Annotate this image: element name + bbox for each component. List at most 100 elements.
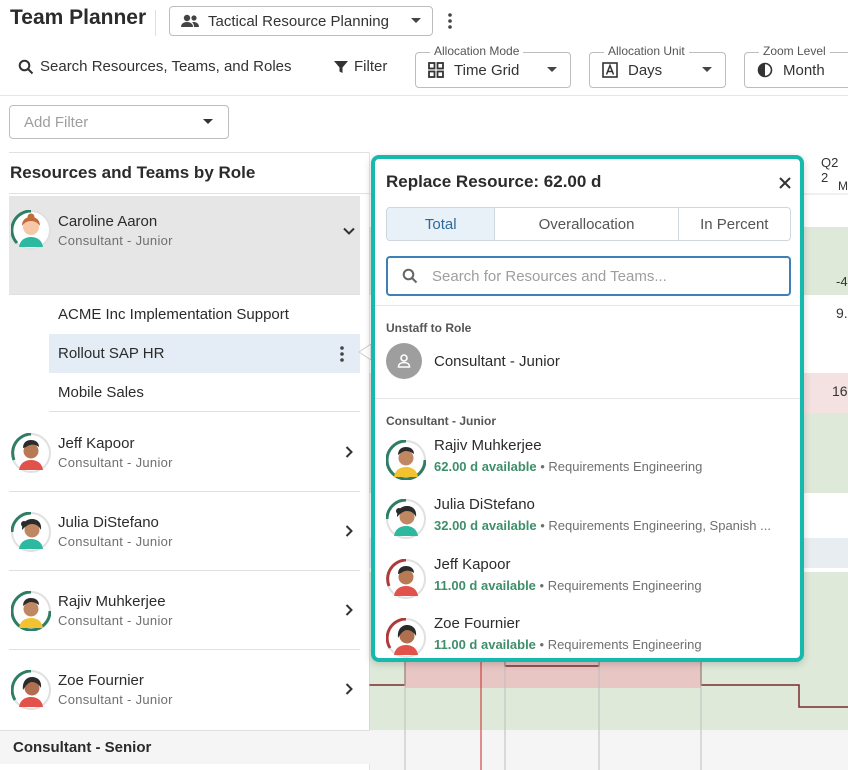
close-icon[interactable] [778,176,792,190]
role-category-row[interactable]: Consultant - Senior [0,730,370,764]
candidate-name: Rajiv Muhkerjee [434,437,542,454]
project-row[interactable]: ACME Inc Implementation Support [49,295,360,334]
project-row-selected[interactable]: Rollout SAP HR [49,334,360,373]
caret-down-icon [202,118,214,126]
chevron-right-icon[interactable] [342,445,356,459]
candidate-name: Julia DiStefano [434,496,535,513]
resource-role: Consultant - Junior [58,455,173,470]
candidate-option[interactable]: Zoe Fournier 11.00 d available • Require… [386,615,796,658]
candidate-meta: 32.00 d available • Requirements Enginee… [434,518,771,533]
tab-overallocation[interactable]: Overallocation [495,208,679,240]
candidate-skills: Requirements Engineering, Spanish ... [548,518,771,533]
project-name: Mobile Sales [58,383,144,401]
team-icon [180,14,200,28]
avatar [386,559,426,599]
avatar [11,433,51,473]
letter-a-icon [602,62,618,78]
person-icon [386,343,422,379]
avatar [386,440,426,480]
zoom-level-value: Month [783,61,825,79]
avatar [11,591,51,631]
candidate-availability: 32.00 d available [434,518,537,533]
candidate-skills: Requirements Engineering [548,459,703,474]
resource-search-input[interactable] [430,266,775,286]
planner-select-label: Tactical Resource Planning [208,12,389,30]
candidate-option[interactable]: Jeff Kapoor 11.00 d available • Requirem… [386,556,796,606]
timeline-cell-value: -4 [836,274,848,289]
resource-row-zoe-fournier[interactable]: Zoe Fournier Consultant - Junior [9,650,360,730]
candidate-option[interactable]: Julia DiStefano 32.00 d available • Requ… [386,496,796,546]
popover-title: Replace Resource: 62.00 d [386,172,602,191]
allocation-unit-caption: Allocation Unit [604,44,689,58]
divider [155,10,156,36]
timeline-cell-value: 9. [836,305,848,321]
resource-row-caroline-aaron[interactable]: Caroline Aaron Consultant - Junior [9,196,360,295]
unstaff-role-option[interactable]: Consultant - Junior [386,343,560,379]
resource-role: Consultant - Junior [58,613,173,628]
unstaff-role-name: Consultant - Junior [434,352,560,370]
view-segmented-control: Total Overallocation In Percent [386,207,791,241]
caret-down-icon [701,66,713,74]
filter-button[interactable]: Filter [334,58,387,75]
replace-resource-popover: Replace Resource: 62.00 d Total Overallo… [371,155,804,662]
tab-in-percent[interactable]: In Percent [679,208,790,240]
avatar [11,210,51,250]
search-button-label: Search Resources, Teams, and Roles [40,58,292,75]
add-filter-select[interactable]: Add Filter [9,105,229,139]
allocation-unit-select[interactable]: Allocation Unit Days [589,44,726,88]
chevron-right-icon[interactable] [342,603,356,617]
planner-select[interactable]: Tactical Resource Planning [169,6,433,36]
candidate-availability: 62.00 d available [434,459,537,474]
list-header: Resources and Teams by Role [9,152,369,194]
more-options-icon[interactable] [440,10,460,32]
resource-row-julia-distefano[interactable]: Julia DiStefano Consultant - Junior [9,492,360,571]
chevron-right-icon[interactable] [342,524,356,538]
caret-down-icon [410,17,422,25]
timeline-month-label: M [838,179,848,193]
moon-icon [757,62,773,78]
unstaff-section-label: Unstaff to Role [386,321,472,335]
resource-role: Consultant - Junior [58,233,173,248]
zoom-level-select[interactable]: Zoom Level Month [744,44,848,88]
timeline-cell-value: 16 [832,383,848,399]
candidate-skills: Requirements Engineering [547,578,702,593]
chevron-down-icon[interactable] [342,224,356,238]
caret-down-icon [546,66,558,74]
candidate-availability: 11.00 d available [434,637,536,652]
filter-icon [334,60,348,74]
project-name: Rollout SAP HR [58,345,165,362]
tab-total[interactable]: Total [387,208,496,240]
divider [375,398,800,399]
search-icon [18,59,34,75]
avatar [11,512,51,552]
resource-row-rajiv-muhkerjee[interactable]: Rajiv Muhkerjee Consultant - Junior [9,571,360,650]
avatar [11,670,51,710]
more-options-icon[interactable] [340,346,344,362]
resource-search-field[interactable] [386,256,791,296]
allocation-mode-select[interactable]: Allocation Mode Time Grid [415,44,571,88]
search-button[interactable]: Search Resources, Teams, and Roles [18,58,292,75]
allocation-mode-caption: Allocation Mode [430,44,524,58]
resource-role: Consultant - Junior [58,534,173,549]
zoom-level-caption: Zoom Level [759,44,830,58]
candidate-meta: 62.00 d available • Requirements Enginee… [434,459,703,474]
allocation-mode-value: Time Grid [454,61,520,79]
project-name: ACME Inc Implementation Support [58,306,289,323]
resource-role: Consultant - Junior [58,692,173,707]
avatar [386,499,426,539]
candidate-meta: 11.00 d available • Requirements Enginee… [434,637,702,652]
project-row[interactable]: Mobile Sales [49,373,360,412]
candidate-option[interactable]: Rajiv Muhkerjee 62.00 d available • Requ… [386,437,796,487]
candidate-meta: 11.00 d available • Requirements Enginee… [434,578,702,593]
chevron-right-icon[interactable] [342,682,356,696]
candidate-name: Zoe Fournier [434,615,520,632]
resource-row-jeff-kapoor[interactable]: Jeff Kapoor Consultant - Junior [9,413,360,492]
candidates-section-label: Consultant - Junior [386,414,496,428]
resource-name: Jeff Kapoor [58,435,135,452]
app-title: Team Planner [10,6,147,29]
search-icon [402,268,418,284]
allocation-unit-value: Days [628,61,663,79]
resource-name: Julia DiStefano [58,514,159,531]
grid-icon [428,62,444,78]
avatar [386,618,426,658]
